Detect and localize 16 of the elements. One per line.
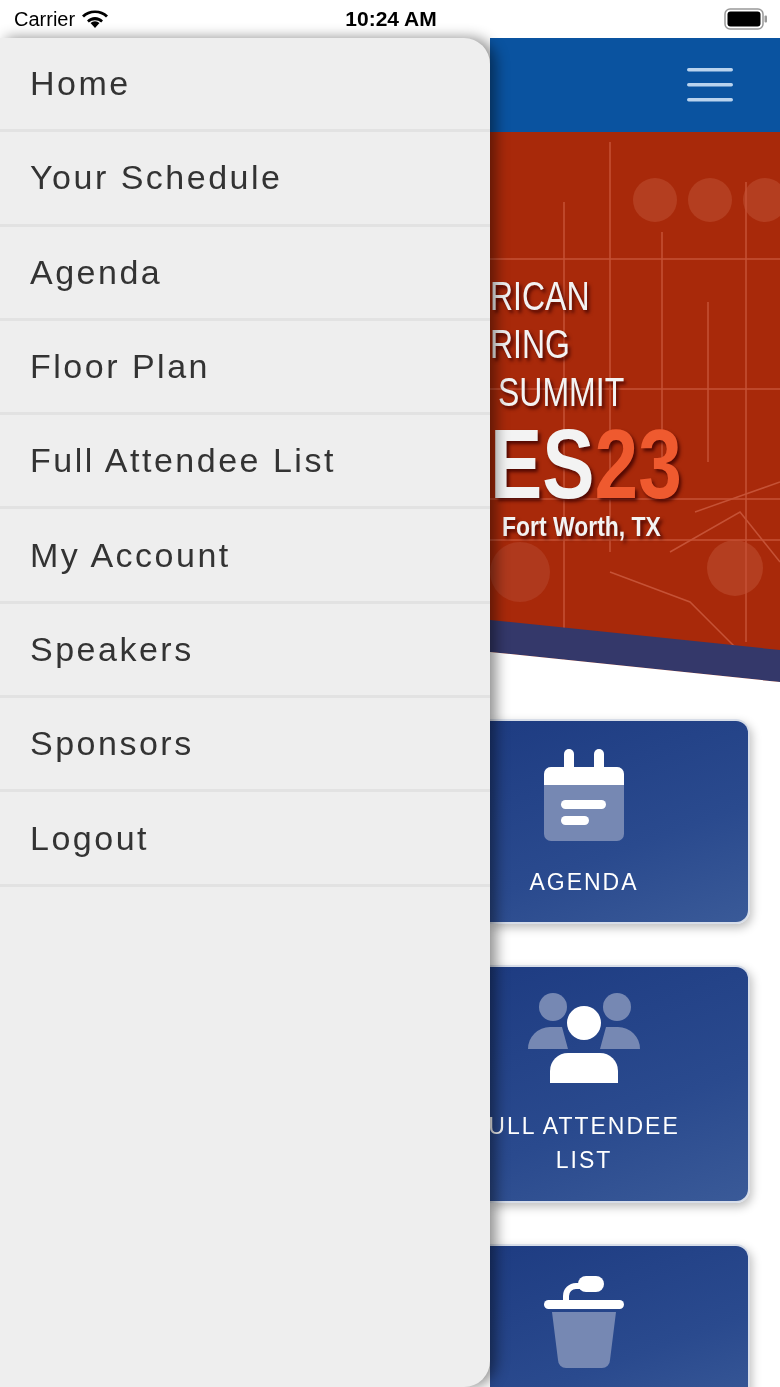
- menu-icon[interactable]: [687, 68, 733, 102]
- tile-label: AGENDA: [529, 868, 639, 897]
- banner-title-line: RICAN: [490, 273, 590, 320]
- tile-label: ULL ATTENDEE LIST: [490, 1112, 680, 1175]
- menu-tile[interactable]: AGENDA: [490, 719, 750, 924]
- battery-icon: [724, 8, 768, 30]
- menu-tile[interactable]: [490, 1244, 750, 1387]
- clock-time: 10:24 AM: [345, 7, 437, 31]
- podium-icon: [544, 1276, 624, 1368]
- menu-tile[interactable]: ULL ATTENDEE LIST: [490, 965, 750, 1203]
- people-icon: [528, 993, 640, 1085]
- calendar-icon: [544, 749, 624, 841]
- banner-title-line: RING: [490, 321, 570, 368]
- wifi-icon: [81, 9, 110, 29]
- banner-title-line: SUMMIT: [498, 369, 625, 416]
- carrier-label: Carrier: [14, 7, 76, 31]
